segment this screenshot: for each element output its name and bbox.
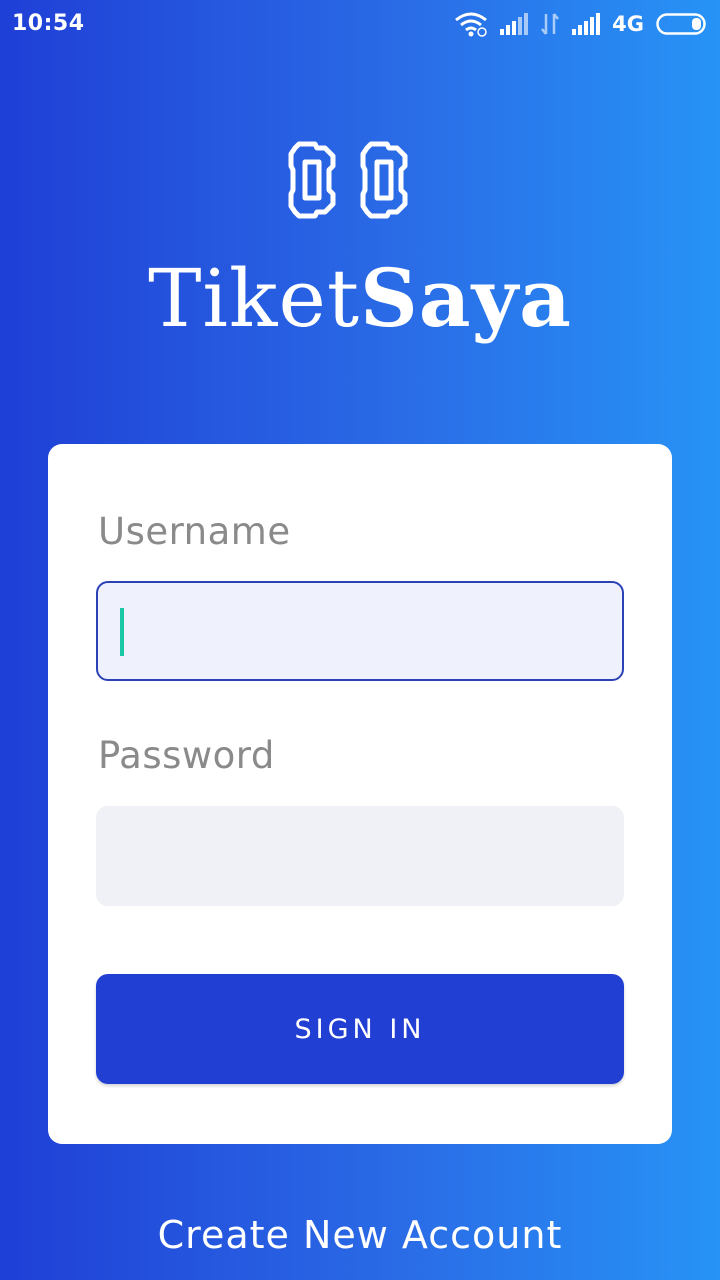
battery-icon bbox=[656, 13, 706, 35]
password-field[interactable] bbox=[96, 806, 624, 906]
text-caret bbox=[120, 608, 124, 656]
status-time: 10:54 bbox=[12, 11, 85, 36]
username-field[interactable] bbox=[96, 581, 624, 681]
signal-icon bbox=[500, 13, 529, 35]
username-label: Username bbox=[98, 510, 291, 553]
password-label: Password bbox=[98, 734, 275, 777]
status-bar: 10:54 4G bbox=[0, 0, 720, 48]
password-input[interactable] bbox=[126, 806, 596, 902]
username-input[interactable] bbox=[128, 583, 598, 679]
ticket-pair-icon bbox=[288, 141, 408, 219]
login-card: Username Password SIGN IN bbox=[48, 444, 672, 1144]
app-title: TiketSaya bbox=[0, 250, 720, 347]
data-transfer-icon bbox=[541, 13, 560, 35]
signal-icon bbox=[572, 13, 601, 35]
wifi-icon bbox=[455, 12, 488, 37]
create-account-link[interactable]: Create New Account bbox=[0, 1210, 720, 1260]
sign-in-button[interactable]: SIGN IN bbox=[96, 974, 624, 1084]
app-title-light: Tiket bbox=[148, 252, 360, 345]
sign-in-label: SIGN IN bbox=[294, 1013, 426, 1045]
status-icons: 4G bbox=[454, 9, 708, 39]
app-title-bold: Saya bbox=[359, 251, 572, 345]
network-type: 4G bbox=[612, 12, 644, 36]
